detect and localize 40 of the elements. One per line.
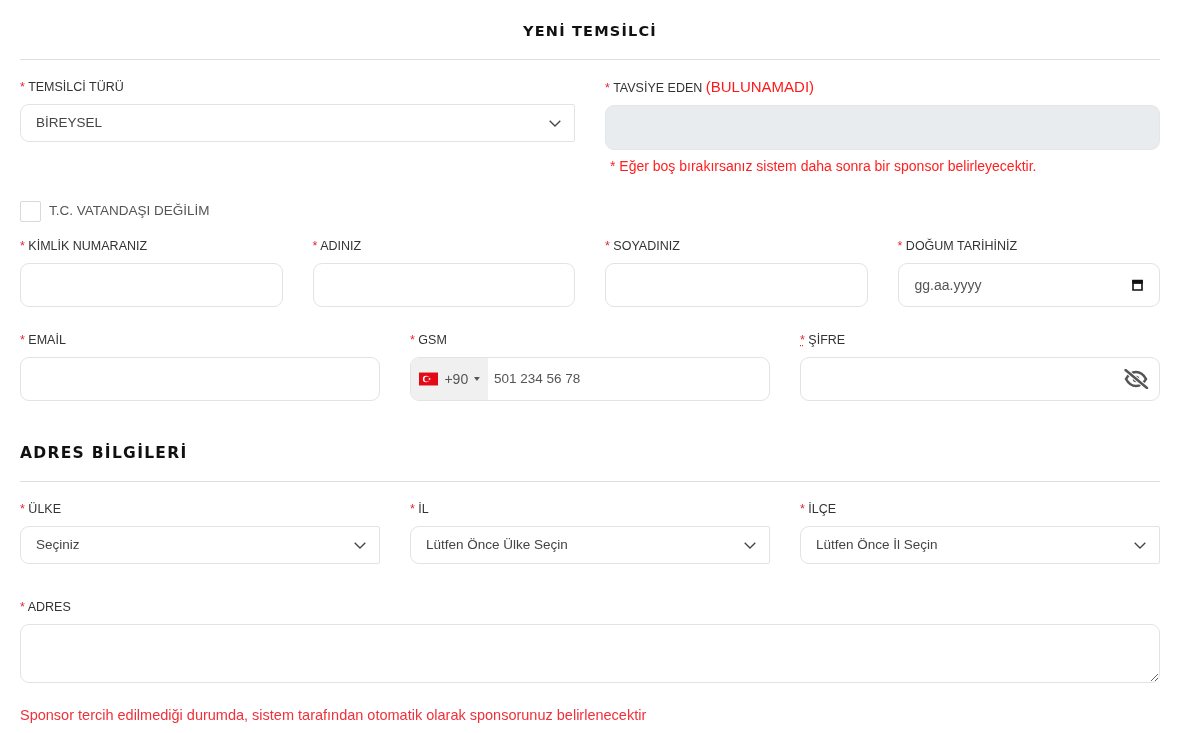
field-label: * ŞİFRE xyxy=(800,332,846,348)
address-textarea[interactable] xyxy=(20,624,1160,683)
field-label: * KİMLİK NUMARANIZ xyxy=(20,238,148,254)
field-label: * SOYADINIZ xyxy=(605,238,680,254)
date-input[interactable]: gg.aa.yyyy xyxy=(897,263,1160,307)
field-label: * GSM xyxy=(410,332,447,348)
form-title: YENİ TEMSİLCİ xyxy=(523,22,657,41)
field-label: * İL xyxy=(410,501,429,517)
sponsor-note: Sponsor tercih edilmediği durumda, sistem tarafından otomatik olarak sponsorunuz belirlenecektir xyxy=(20,707,647,724)
field-label: * ADRES xyxy=(20,599,71,615)
field-label: * TEMSİLCİ TÜRÜ xyxy=(20,79,124,95)
chevron-down-icon xyxy=(744,541,756,549)
section-title: ADRES BİLGİLERİ xyxy=(20,443,188,463)
field-label: * ÜLKE xyxy=(20,501,61,517)
field-label: * ADINIZ xyxy=(312,238,362,254)
text-input[interactable] xyxy=(312,263,575,307)
calendar-icon[interactable] xyxy=(1132,279,1143,291)
flag-icon xyxy=(419,372,439,386)
field-label: * EMAİL xyxy=(20,332,66,348)
country-code-selector[interactable]: +90 xyxy=(411,358,488,400)
checkbox-label: T.C. VATANDAŞI DEĞİLİM xyxy=(49,202,210,221)
chevron-down-icon xyxy=(1134,541,1146,549)
field-label: * İLÇE xyxy=(800,501,837,517)
phone-input[interactable]: +90 501 234 56 78 xyxy=(410,357,770,401)
eye-slash-icon[interactable] xyxy=(1123,369,1149,389)
select-dropdown[interactable]: BİREYSEL xyxy=(20,104,575,142)
field-label: * DOĞUM TARİHİNİZ xyxy=(897,238,1018,254)
text-input[interactable] xyxy=(20,263,283,307)
field-label: * TAVSİYE EDEN (BULUNAMADI) xyxy=(605,79,815,96)
select-dropdown[interactable]: Seçiniz xyxy=(20,526,380,564)
password-input[interactable] xyxy=(800,357,1160,401)
sponsor-hint: * Eğer boş bırakırsanız sistem daha sonra bir sponsor belirleyecektir. xyxy=(609,157,1037,175)
chevron-down-icon xyxy=(354,541,366,549)
text-input[interactable] xyxy=(20,357,380,401)
select-dropdown[interactable]: Lütfen Önce İl Seçin xyxy=(800,526,1160,564)
select-dropdown[interactable]: Lütfen Önce Ülke Seçin xyxy=(410,526,770,564)
text-input[interactable] xyxy=(605,263,868,307)
chevron-down-icon xyxy=(549,119,561,127)
caret-down-icon xyxy=(474,377,480,381)
checkbox[interactable] xyxy=(20,201,41,222)
